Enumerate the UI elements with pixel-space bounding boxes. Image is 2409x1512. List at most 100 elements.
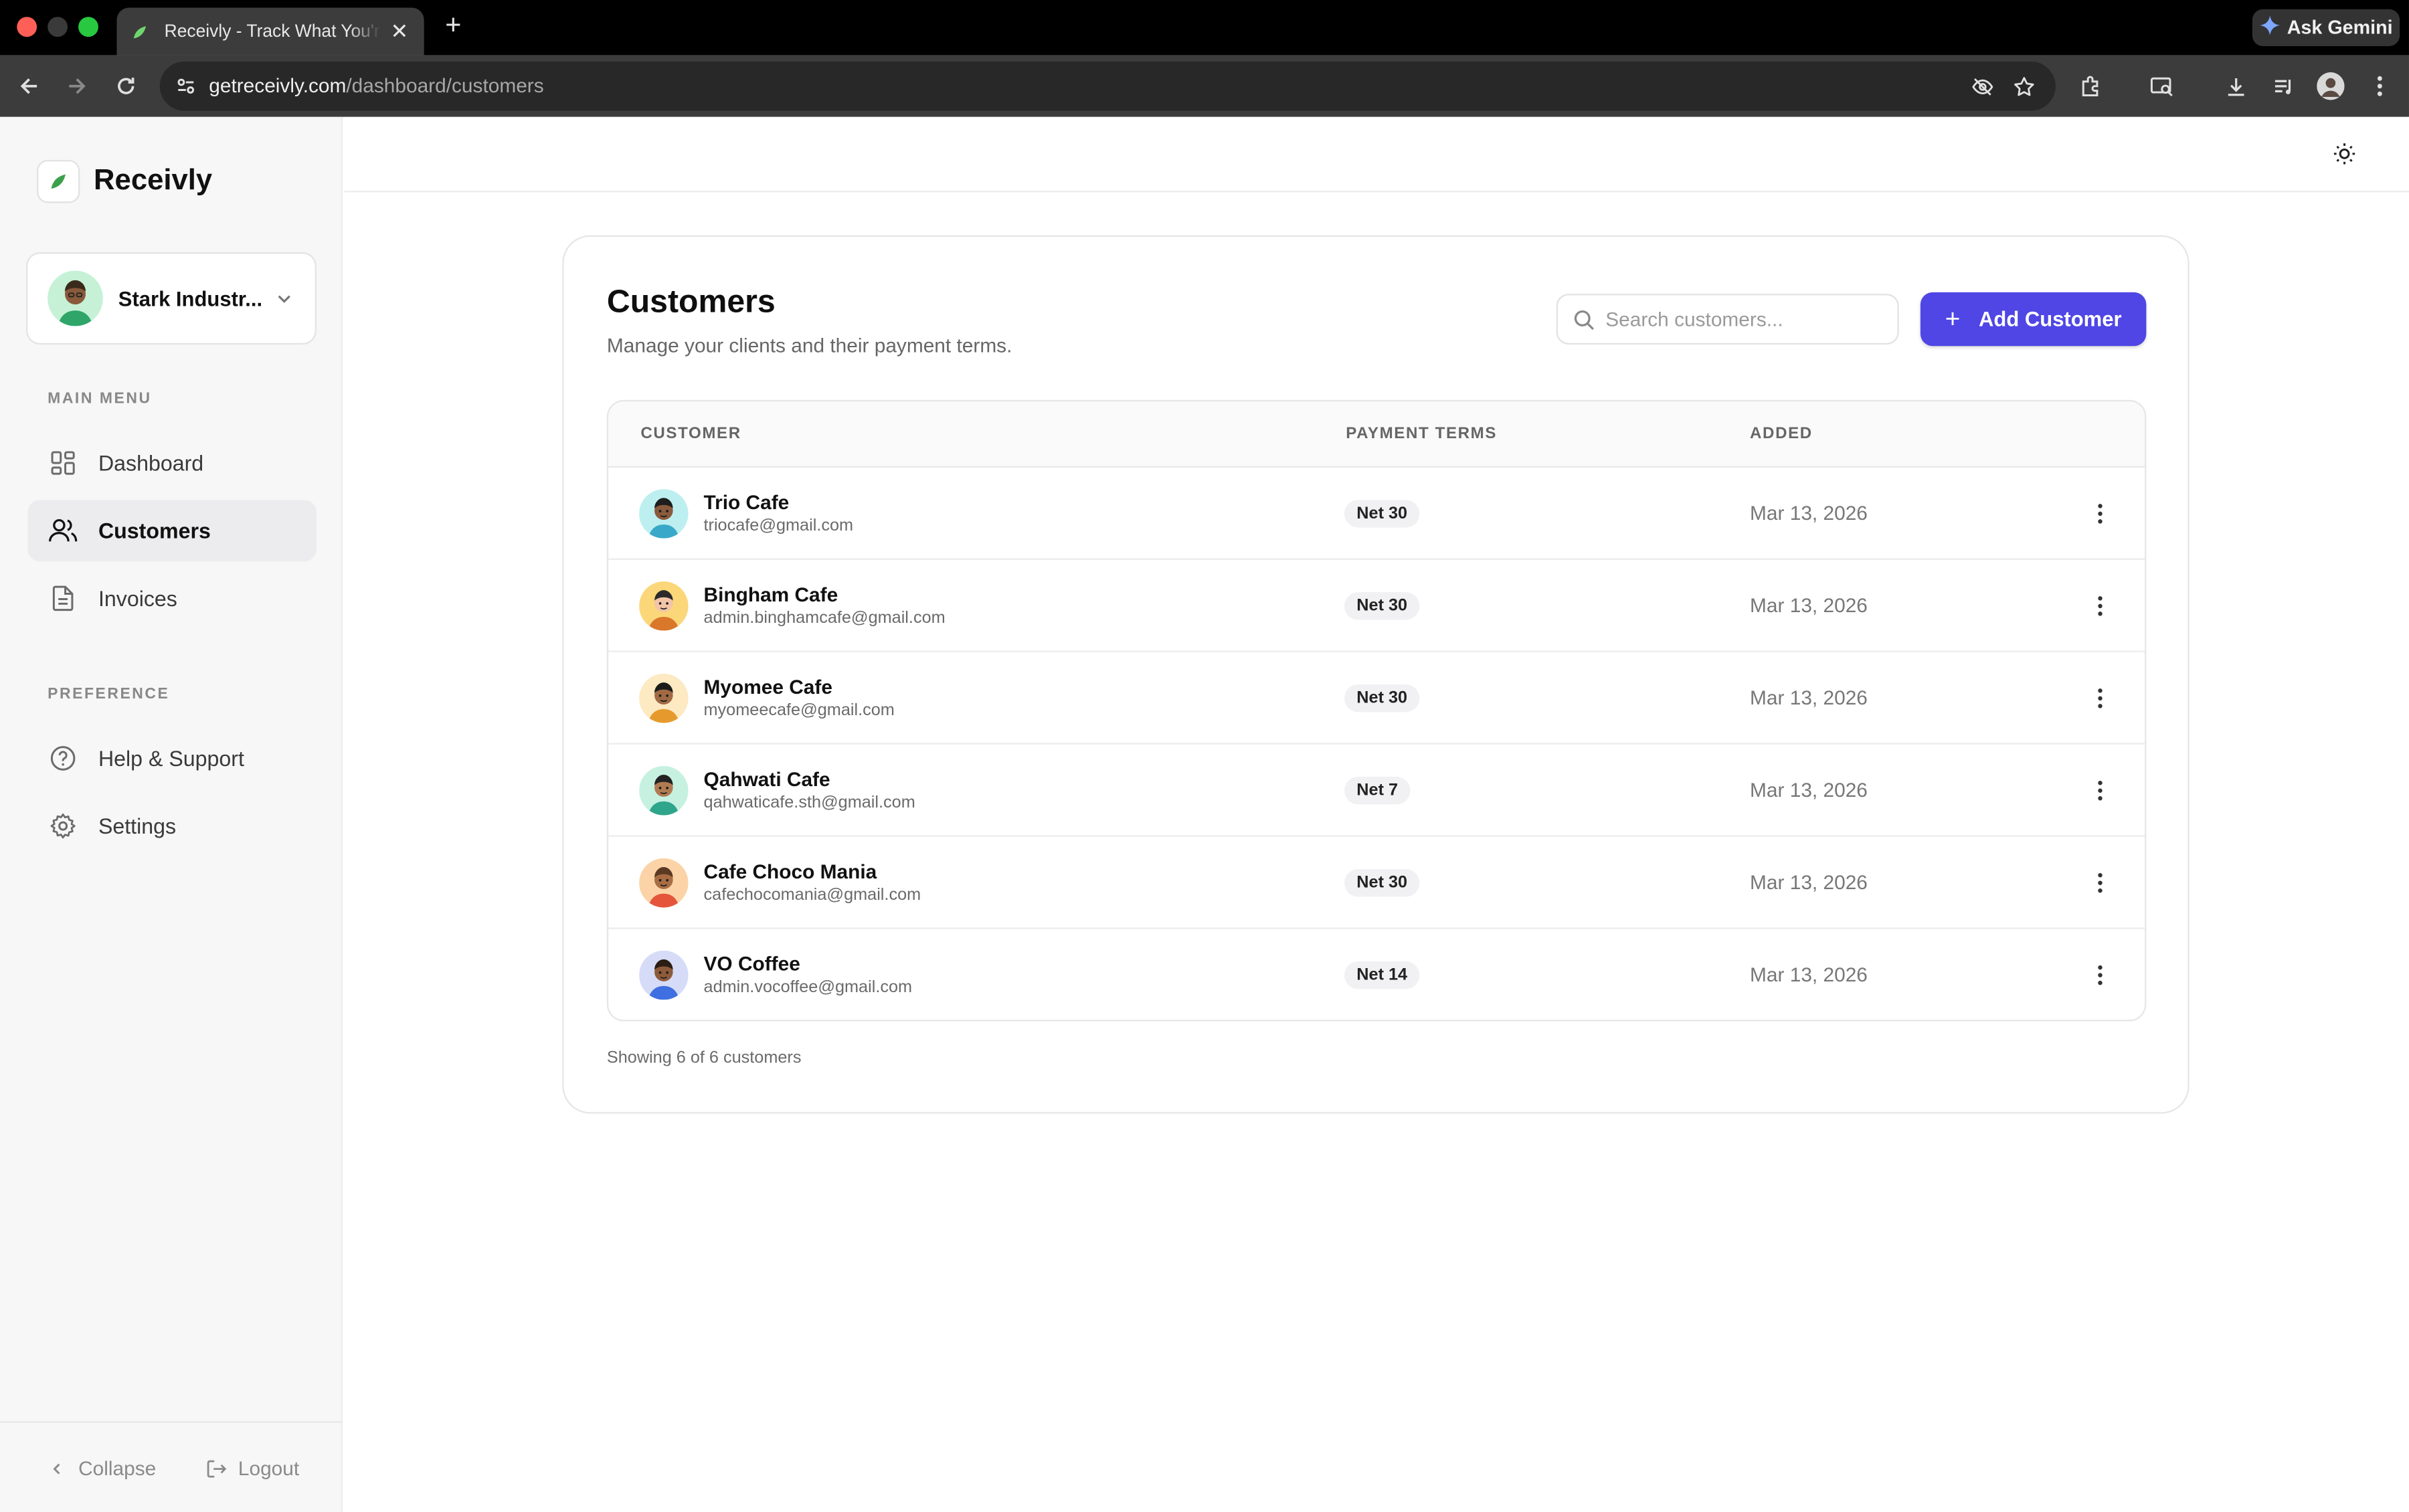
add-customer-label: Add Customer <box>1979 307 2122 331</box>
sidebar-item-help-support[interactable]: Help & Support <box>27 727 317 789</box>
main-menu-label: MAIN MENU <box>48 390 152 408</box>
media-queue-icon[interactable] <box>2268 71 2299 102</box>
app-window: Receivly - Track What You're Owed ✕ + As… <box>0 0 2409 1512</box>
eye-off-icon[interactable] <box>1967 71 1997 102</box>
site-settings-icon[interactable] <box>172 72 199 100</box>
added-date: Mar 13, 2026 <box>1750 686 1868 709</box>
more-vertical-icon[interactable] <box>2086 961 2114 989</box>
logout-button[interactable]: Logout <box>206 1456 300 1480</box>
more-vertical-icon[interactable] <box>2086 777 2114 804</box>
added-date: Mar 13, 2026 <box>1750 501 1868 525</box>
brand[interactable]: Receivly <box>37 160 212 203</box>
help-circle-icon <box>48 743 78 773</box>
added-date: Mar 13, 2026 <box>1750 963 1868 986</box>
column-header-added: ADDED <box>1750 424 1813 444</box>
sun-icon[interactable] <box>2332 142 2357 167</box>
sparkle-icon <box>2259 15 2280 40</box>
customer-name[interactable]: Trio Cafe <box>704 490 790 513</box>
added-date: Mar 13, 2026 <box>1750 778 1868 801</box>
table-row[interactable]: Myomee Cafe myomeecafe@gmail.com Net 30 Mar… <box>608 652 2145 745</box>
customer-name[interactable]: Myomee Cafe <box>704 675 832 698</box>
chevron-left-icon <box>46 1457 68 1479</box>
table-row[interactable]: Cafe Choco Mania cafechocomania@gmail.com… <box>608 837 2145 929</box>
added-date: Mar 13, 2026 <box>1750 870 1868 894</box>
table-row[interactable]: VO Coffee admin.vocoffee@gmail.com Net 14 M… <box>608 929 2145 1020</box>
customer-email: admin.vocoffee@gmail.com <box>703 978 913 997</box>
customer-name[interactable]: Bingham Cafe <box>704 583 838 605</box>
search-box[interactable] <box>1556 294 1899 345</box>
collapse-label: Collapse <box>78 1456 157 1480</box>
payment-terms-badge: Net 14 <box>1344 961 1420 989</box>
payment-terms-badge: Net 30 <box>1344 868 1420 897</box>
more-vertical-icon[interactable] <box>2086 592 2114 620</box>
logout-label: Logout <box>238 1456 300 1480</box>
close-icon[interactable]: ✕ <box>387 19 412 45</box>
new-tab-button[interactable]: + <box>440 9 467 41</box>
more-vertical-icon[interactable] <box>2086 500 2114 527</box>
customer-name[interactable]: Qahwati Cafe <box>704 767 830 790</box>
window-maximize-button[interactable] <box>78 17 98 37</box>
bookmark-star-icon[interactable] <box>2008 71 2039 102</box>
search-tabs-icon[interactable] <box>2146 71 2177 102</box>
window-minimize-button[interactable] <box>48 17 68 37</box>
customer-name[interactable]: VO Coffee <box>704 952 800 975</box>
forward-arrow-icon[interactable] <box>62 71 92 102</box>
organization-switcher[interactable]: Stark Industr... <box>26 252 317 345</box>
preference-label: PREFERENCE <box>48 686 170 703</box>
reload-icon[interactable] <box>110 71 141 102</box>
document-icon <box>48 583 78 613</box>
profile-avatar-icon[interactable] <box>2315 71 2346 102</box>
collapse-button[interactable]: Collapse <box>46 1456 157 1480</box>
page-title: Customers <box>606 284 776 320</box>
customer-email: triocafe@gmail.com <box>703 516 854 536</box>
browser-tab-bar: Receivly - Track What You're Owed ✕ + As… <box>0 0 2409 56</box>
avatar <box>639 858 689 908</box>
sidebar-item-dashboard[interactable]: Dashboard <box>27 432 317 494</box>
sidebar-item-customers[interactable]: Customers <box>27 500 317 562</box>
table-header: CUSTOMER PAYMENT TERMS ADDED <box>608 401 2145 468</box>
avatar <box>48 270 103 326</box>
browser-tab[interactable]: Receivly - Track What You're Owed ✕ <box>116 7 424 56</box>
sidebar-item-label: Invoices <box>98 585 177 611</box>
sidebar: Receivly Stark Industr... MAIN MENU Dash… <box>0 116 343 1512</box>
more-vertical-icon[interactable] <box>2086 869 2114 896</box>
table-row[interactable]: Trio Cafe triocafe@gmail.com Net 30 Mar 13,… <box>608 468 2145 560</box>
customer-email: admin.binghamcafe@gmail.com <box>703 609 946 628</box>
table-row[interactable]: Bingham Cafe admin.binghamcafe@gmail.com N… <box>608 560 2145 652</box>
download-icon[interactable] <box>2220 71 2251 102</box>
customer-name[interactable]: Cafe Choco Mania <box>704 860 877 882</box>
avatar <box>639 581 689 631</box>
browser-menu-icon[interactable] <box>2364 71 2395 102</box>
payment-terms-badge: Net 30 <box>1344 684 1420 713</box>
pagination-summary: Showing 6 of 6 customers <box>606 1048 802 1068</box>
leaf-logo-icon <box>37 160 80 203</box>
brand-name: Receivly <box>94 165 213 197</box>
address-bar[interactable]: getreceivly.com/dashboard/customers <box>159 61 2056 111</box>
customer-email: myomeecafe@gmail.com <box>703 701 895 720</box>
extensions-icon[interactable] <box>2076 71 2107 102</box>
sidebar-item-label: Customers <box>98 518 211 543</box>
back-arrow-icon[interactable] <box>14 71 45 102</box>
customers-card: Customers Manage your clients and their … <box>562 235 2190 1114</box>
window-close-button[interactable] <box>17 17 37 37</box>
search-input[interactable] <box>1605 295 1890 343</box>
url-host: getreceivly.com <box>209 74 347 97</box>
payment-terms-badge: Net 30 <box>1344 592 1420 620</box>
ask-gemini-label: Ask Gemini <box>2287 17 2393 39</box>
payment-terms-badge: Net 30 <box>1344 500 1420 528</box>
sidebar-item-invoices[interactable]: Invoices <box>27 567 317 629</box>
ask-gemini-button[interactable]: Ask Gemini <box>2252 9 2400 46</box>
chevron-down-icon <box>274 288 295 309</box>
customer-email: cafechocomania@gmail.com <box>703 886 921 905</box>
more-vertical-icon[interactable] <box>2086 684 2114 712</box>
payment-terms-badge: Net 7 <box>1344 777 1411 805</box>
sidebar-item-settings[interactable]: Settings <box>27 795 317 857</box>
main-header <box>344 116 2409 193</box>
add-customer-button[interactable]: + Add Customer <box>1920 292 2147 347</box>
tab-title: Receivly - Track What You're Owed <box>164 22 381 41</box>
table-row[interactable]: Qahwati Cafe qahwaticafe.sth@gmail.com Net… <box>608 745 2145 837</box>
customers-table: CUSTOMER PAYMENT TERMS ADDED Trio Cafe tr… <box>606 399 2147 1022</box>
sidebar-item-label: Settings <box>98 814 177 839</box>
added-date: Mar 13, 2026 <box>1750 593 1868 617</box>
grid-icon <box>48 448 78 478</box>
